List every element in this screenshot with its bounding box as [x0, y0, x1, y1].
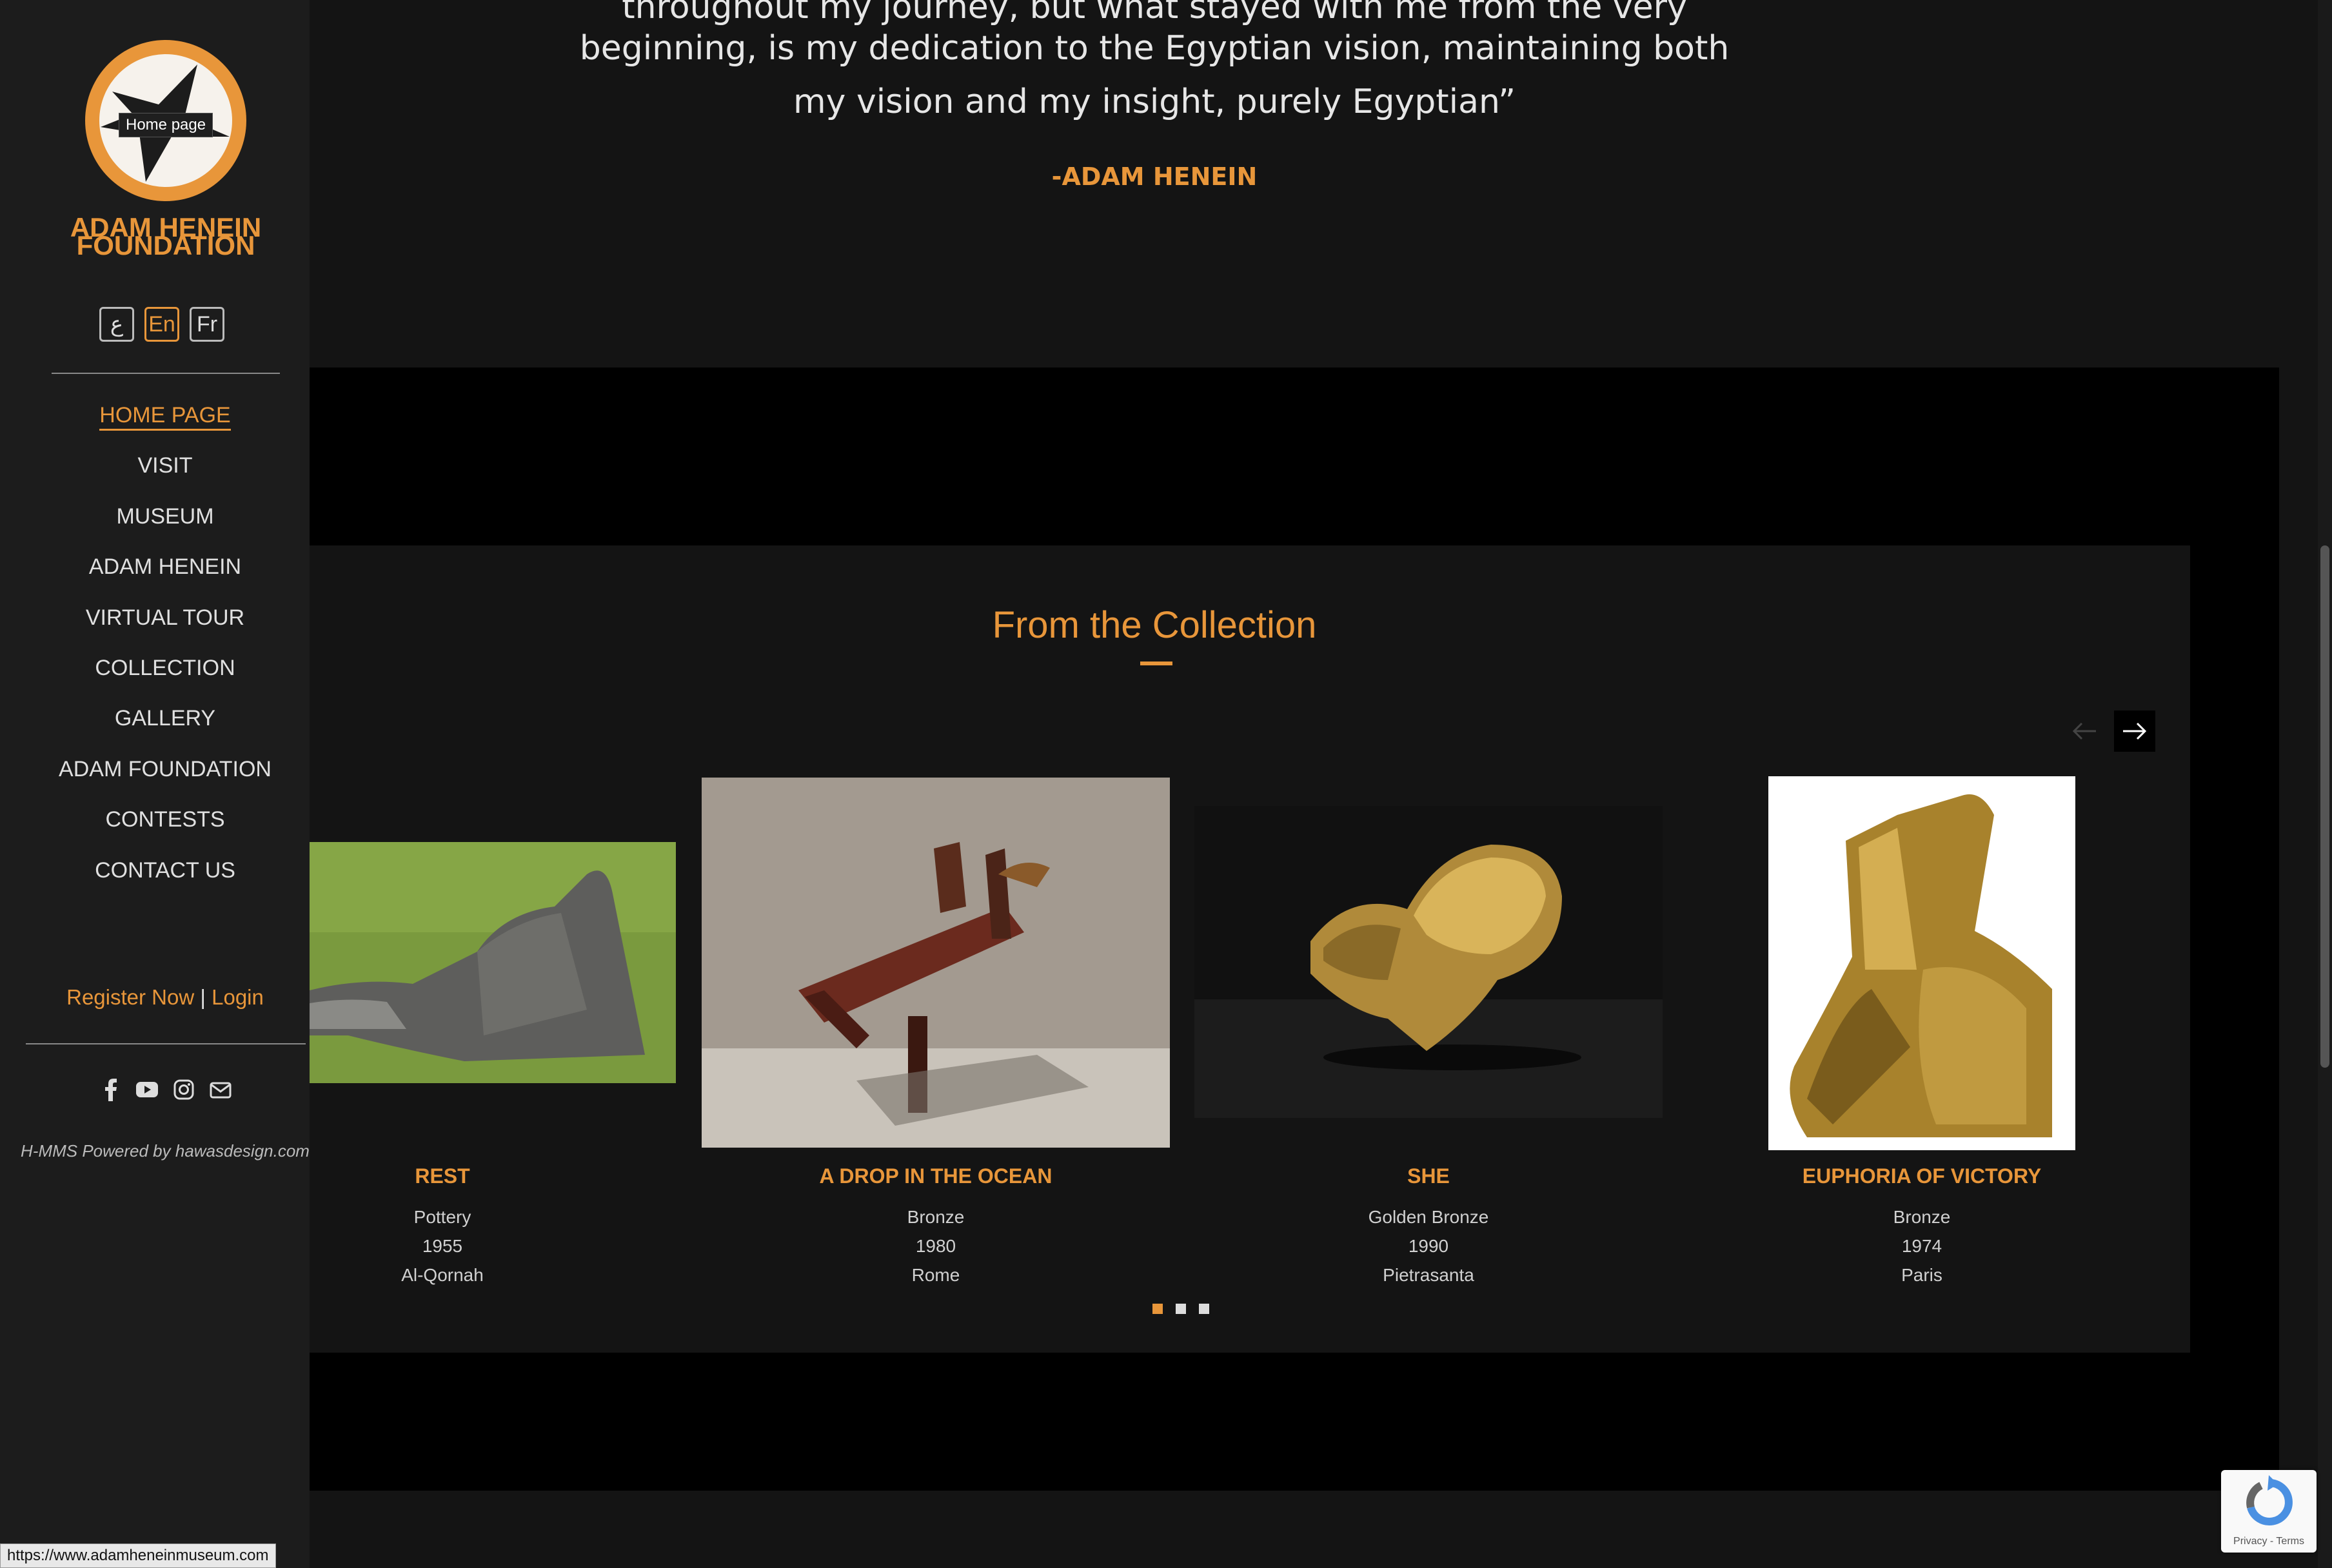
brand-name-line-2: FOUNDATION [76, 230, 255, 260]
carousel-dot-1[interactable] [1152, 1304, 1163, 1314]
nav-item-museum[interactable]: MUSEUM [0, 501, 330, 532]
artwork-title-rest[interactable]: REST [310, 1164, 575, 1188]
artwork-place: Al-Qornah [401, 1265, 484, 1285]
youtube-icon[interactable] [135, 1078, 159, 1101]
recaptcha-badge[interactable]: Privacy - Terms [2221, 1470, 2317, 1553]
nav-item-visit[interactable]: VISIT [0, 450, 330, 481]
nav-item-virtual-tour[interactable]: VIRTUAL TOUR [0, 602, 330, 633]
quote-line-2: beginning, is my dedication to the Egypt… [579, 29, 1730, 68]
nav-item-contact-us[interactable]: CONTACT US [0, 855, 330, 886]
scrollbar-thumb[interactable] [2320, 545, 2329, 1068]
register-link[interactable]: Register Now [66, 985, 194, 1009]
nav-item-collection[interactable]: COLLECTION [0, 652, 330, 683]
artwork-material: Bronze [907, 1207, 965, 1227]
artwork-place: Paris [1901, 1265, 1942, 1285]
artwork-image-she[interactable] [1194, 806, 1663, 1118]
artwork-image-rest[interactable] [310, 842, 676, 1083]
artwork-material: Pottery [413, 1207, 471, 1227]
auth-separator: | [200, 985, 206, 1009]
carousel-pagination [1152, 1304, 1209, 1314]
quote-author: -ADAM HENEIN [1051, 162, 1258, 191]
carousel-next-button[interactable] [2114, 710, 2155, 752]
artwork-title-she[interactable]: SHE [1194, 1164, 1663, 1188]
artwork-material: Bronze [1893, 1207, 1951, 1227]
login-link[interactable]: Login [212, 985, 264, 1009]
arrow-right-icon [2123, 722, 2147, 740]
artwork-title-euphoria-of-victory[interactable]: EUPHORIA OF VICTORY [1768, 1164, 2075, 1188]
carousel-dot-3[interactable] [1199, 1304, 1209, 1314]
artwork-year: 1974 [1901, 1236, 1942, 1256]
footer-strip [310, 1491, 2332, 1524]
sidebar: Home page ADAM HENEIN FOUNDATION ع En Fr… [0, 0, 310, 1568]
facebook-icon[interactable] [101, 1078, 121, 1101]
arrow-left-icon [2072, 722, 2096, 740]
carousel-dot-2[interactable] [1176, 1304, 1186, 1314]
section-title: From the Collection [992, 604, 1317, 646]
title-underline [1140, 662, 1172, 665]
recaptcha-links[interactable]: Privacy - Terms [2221, 1536, 2317, 1547]
artwork-image-euphoria-of-victory[interactable] [1768, 776, 2075, 1150]
artwork-year: 1980 [915, 1236, 956, 1256]
language-switcher: ع En Fr [99, 307, 224, 342]
recaptcha-icon [2246, 1475, 2293, 1525]
artwork-year: 1990 [1408, 1236, 1449, 1256]
nav-item-adam-henein[interactable]: ADAM HENEIN [0, 551, 330, 582]
auth-links: Register Now | Login [0, 985, 330, 1010]
logo-tooltip: Home page [119, 113, 213, 137]
artwork-place: Pietrasanta [1383, 1265, 1474, 1285]
nav-item-gallery[interactable]: GALLERY [0, 703, 330, 734]
artwork-year: 1955 [422, 1236, 463, 1256]
artwork-title-drop-in-the-ocean[interactable]: A DROP IN THE OCEAN [702, 1164, 1170, 1188]
social-links [101, 1078, 232, 1101]
lang-arabic-button[interactable]: ع [99, 307, 134, 342]
divider [52, 373, 280, 374]
status-bar-url: https://www.adamheneinmuseum.com [0, 1544, 276, 1568]
nav-item-adam-foundation[interactable]: ADAM FOUNDATION [0, 754, 330, 785]
artwork-image-drop-in-the-ocean[interactable] [702, 778, 1170, 1148]
artwork-material: Golden Bronze [1368, 1207, 1489, 1227]
instagram-icon[interactable] [173, 1078, 195, 1101]
nav-item-home-page[interactable]: HOME PAGE [0, 400, 330, 431]
nav-item-contests[interactable]: CONTESTS [0, 804, 330, 835]
foundation-logo[interactable]: Home page [85, 40, 246, 201]
powered-by[interactable]: H-MMS Powered by hawasdesign.com [0, 1141, 330, 1161]
lang-english-button[interactable]: En [144, 307, 179, 342]
lang-french-button[interactable]: Fr [190, 307, 224, 342]
divider [26, 1043, 306, 1044]
artwork-place: Rome [911, 1265, 960, 1285]
carousel-prev-button[interactable] [2064, 710, 2105, 752]
email-icon[interactable] [209, 1078, 232, 1101]
quote-line-3: my vision and my insight, purely Egyptia… [793, 83, 1516, 121]
